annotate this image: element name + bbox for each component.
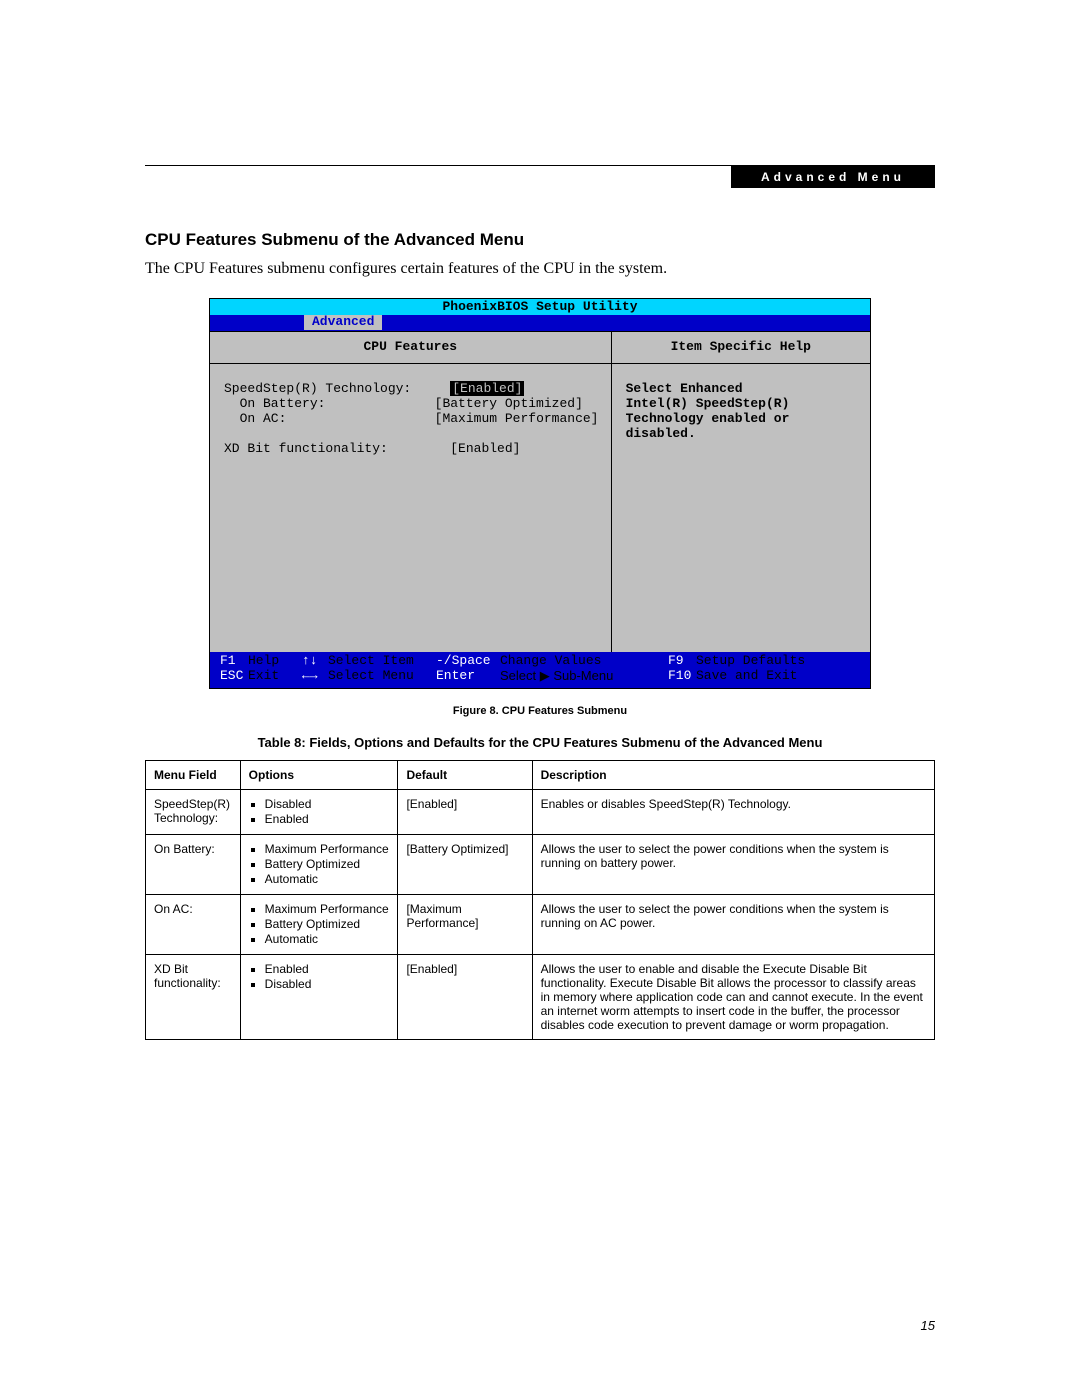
cell-default: [Maximum Performance] bbox=[398, 894, 532, 954]
cell-description: Enables or disables SpeedStep(R) Technol… bbox=[532, 789, 934, 834]
cell-options: Maximum PerformanceBattery OptimizedAuto… bbox=[240, 894, 398, 954]
label-select-submenu: Select ▶ Sub-Menu bbox=[500, 669, 668, 684]
key-esc: ESC bbox=[220, 669, 248, 684]
key-updown-icon: ↑↓ bbox=[302, 654, 328, 669]
cell-menu-field: On AC: bbox=[146, 894, 241, 954]
th-default: Default bbox=[398, 760, 532, 789]
options-table: Menu Field Options Default Description S… bbox=[145, 760, 935, 1040]
label-help: Help bbox=[248, 654, 302, 669]
tab-advanced[interactable]: Advanced bbox=[304, 315, 382, 330]
cell-description: Allows the user to select the power cond… bbox=[532, 894, 934, 954]
bios-left-title: CPU Features bbox=[210, 332, 611, 364]
label-exit: Exit bbox=[248, 669, 302, 684]
th-description: Description bbox=[532, 760, 934, 789]
table-header-row: Menu Field Options Default Description bbox=[146, 760, 935, 789]
row-onbattery-value[interactable]: [Battery Optimized] bbox=[435, 396, 583, 411]
key-f1: F1 bbox=[220, 654, 248, 669]
table-row: XD Bit functionality:EnabledDisabled[Ena… bbox=[146, 954, 935, 1039]
bios-window: PhoenixBIOS Setup Utility Advanced CPU F… bbox=[209, 298, 871, 689]
option-item: Enabled bbox=[265, 812, 390, 826]
page-number: 15 bbox=[921, 1318, 935, 1333]
section-title: CPU Features Submenu of the Advanced Men… bbox=[145, 230, 935, 250]
row-xdbit-value[interactable]: [Enabled] bbox=[450, 441, 520, 456]
th-menu-field: Menu Field bbox=[146, 760, 241, 789]
table-row: On Battery:Maximum PerformanceBattery Op… bbox=[146, 834, 935, 894]
row-onbattery-label: On Battery: bbox=[224, 396, 325, 411]
bios-title: PhoenixBIOS Setup Utility bbox=[210, 299, 870, 315]
key-minus-space: -/Space bbox=[436, 654, 500, 669]
cell-menu-field: On Battery: bbox=[146, 834, 241, 894]
bios-tab-bar: Advanced bbox=[210, 315, 870, 331]
bios-help-text: Select Enhanced Intel(R) SpeedStep(R) Te… bbox=[612, 364, 870, 452]
option-item: Disabled bbox=[265, 977, 390, 991]
option-item: Battery Optimized bbox=[265, 917, 390, 931]
option-item: Automatic bbox=[265, 872, 390, 886]
key-f9: F9 bbox=[668, 654, 696, 669]
bios-settings-area: SpeedStep(R) Technology: [Enabled] On Ba… bbox=[210, 364, 611, 467]
label-change-values: Change Values bbox=[500, 654, 668, 669]
row-onac-label: On AC: bbox=[224, 411, 286, 426]
option-item: Automatic bbox=[265, 932, 390, 946]
option-item: Enabled bbox=[265, 962, 390, 976]
row-onac-value[interactable]: [Maximum Performance] bbox=[435, 411, 599, 426]
key-leftright-icon: ←→ bbox=[302, 669, 328, 684]
cell-menu-field: SpeedStep(R) Technology: bbox=[146, 789, 241, 834]
cell-menu-field: XD Bit functionality: bbox=[146, 954, 241, 1039]
key-enter: Enter bbox=[436, 669, 500, 684]
label-save-exit: Save and Exit bbox=[696, 669, 860, 684]
th-options: Options bbox=[240, 760, 398, 789]
label-select-item: Select Item bbox=[328, 654, 436, 669]
cell-default: [Battery Optimized] bbox=[398, 834, 532, 894]
header-chip: Advanced Menu bbox=[731, 166, 935, 188]
cell-description: Allows the user to select the power cond… bbox=[532, 834, 934, 894]
table-caption: Table 8: Fields, Options and Defaults fo… bbox=[145, 735, 935, 750]
row-speedstep-label: SpeedStep(R) Technology: bbox=[224, 381, 411, 396]
bios-footer: F1 Help ↑↓ Select Item -/Space Change Va… bbox=[210, 652, 870, 688]
section-intro: The CPU Features submenu configures cert… bbox=[145, 260, 935, 278]
key-f10: F10 bbox=[668, 669, 696, 684]
option-item: Disabled bbox=[265, 797, 390, 811]
row-xdbit-label: XD Bit functionality: bbox=[224, 441, 388, 456]
option-item: Maximum Performance bbox=[265, 902, 390, 916]
cell-options: EnabledDisabled bbox=[240, 954, 398, 1039]
option-item: Battery Optimized bbox=[265, 857, 390, 871]
label-setup-defaults: Setup Defaults bbox=[696, 654, 860, 669]
row-speedstep-value[interactable]: [Enabled] bbox=[450, 381, 524, 396]
cell-default: [Enabled] bbox=[398, 954, 532, 1039]
option-item: Maximum Performance bbox=[265, 842, 390, 856]
table-row: SpeedStep(R) Technology:DisabledEnabled[… bbox=[146, 789, 935, 834]
table-row: On AC:Maximum PerformanceBattery Optimiz… bbox=[146, 894, 935, 954]
cell-default: [Enabled] bbox=[398, 789, 532, 834]
cell-options: DisabledEnabled bbox=[240, 789, 398, 834]
label-select-menu: Select Menu bbox=[328, 669, 436, 684]
figure-caption: Figure 8. CPU Features Submenu bbox=[145, 705, 935, 717]
bios-right-title: Item Specific Help bbox=[612, 332, 870, 364]
cell-options: Maximum PerformanceBattery OptimizedAuto… bbox=[240, 834, 398, 894]
cell-description: Allows the user to enable and disable th… bbox=[532, 954, 934, 1039]
